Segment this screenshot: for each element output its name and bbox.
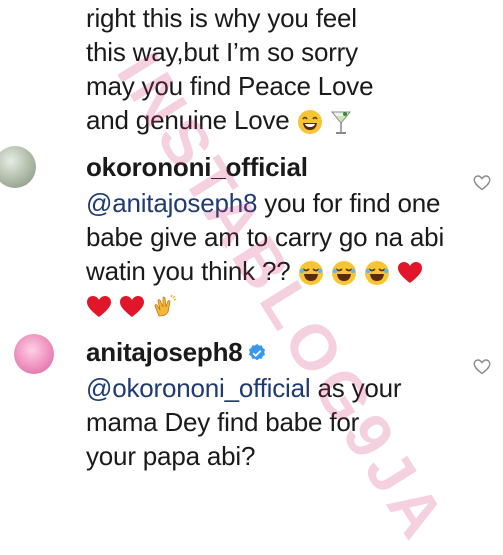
avatar[interactable] <box>14 334 54 374</box>
comment-header: okorononi_official <box>86 151 308 183</box>
laughing-emoji-icon <box>297 109 323 142</box>
comment-header: anitajoseph8 <box>86 336 267 370</box>
clapping-emoji-icon <box>152 294 178 327</box>
mention-link[interactable]: @okorononi_official <box>86 373 311 403</box>
comment-text-line: @okorononi_official as your <box>86 372 402 404</box>
comment-text-line <box>86 289 178 327</box>
comment-text-line: this way,but I’m so sorry <box>86 37 358 67</box>
username-link[interactable]: anitajoseph8 <box>86 337 243 367</box>
laughing-emoji-icon <box>298 260 324 293</box>
comment-text-line: right this is why you feel <box>86 3 357 33</box>
comment-text-line: your papa abi? <box>86 441 256 471</box>
laughing-emoji-icon <box>331 260 357 293</box>
comment-text-line: mama Dey find babe for <box>86 407 360 437</box>
cocktail-emoji-icon <box>330 109 352 142</box>
like-heart-icon[interactable] <box>473 358 491 376</box>
mention-link[interactable]: @anitajoseph8 <box>86 188 257 218</box>
comment-text-line: watin you think ?? <box>86 255 423 293</box>
comment-text-line: @anitajoseph8 you for find one <box>86 187 441 219</box>
comment-text-line: babe give am to carry go na abi <box>86 222 445 252</box>
username-link[interactable]: okorononi_official <box>86 152 308 182</box>
red-heart-emoji-icon <box>397 260 423 293</box>
comment-text-segment: watin you think ?? <box>86 256 291 286</box>
like-heart-icon[interactable] <box>473 174 491 192</box>
red-heart-emoji-icon <box>119 294 145 327</box>
laughing-emoji-icon <box>364 260 390 293</box>
verified-badge-icon <box>247 338 267 370</box>
comment-text-segment: and genuine Love <box>86 105 290 135</box>
comment-text-line: and genuine Love <box>86 104 352 142</box>
comment-text-segment: you for find one <box>257 188 441 218</box>
comment-text-line: may you find Peace Love <box>86 71 374 101</box>
red-heart-emoji-icon <box>86 294 112 327</box>
comment-text-segment: as your <box>310 373 402 403</box>
avatar[interactable] <box>0 146 36 188</box>
